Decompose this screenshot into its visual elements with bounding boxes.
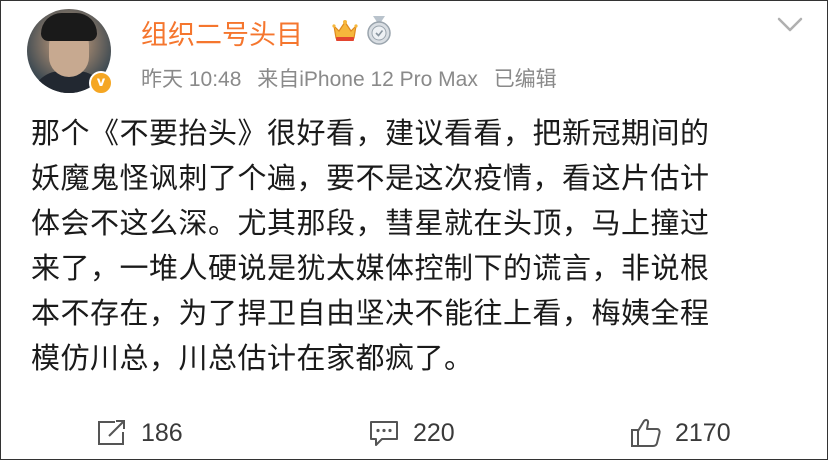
chevron-down-icon[interactable] xyxy=(775,13,805,37)
username[interactable]: 组织二号头目 xyxy=(141,13,303,52)
repost-button[interactable]: 186 xyxy=(95,413,183,453)
post-meta: 昨天 10:48 来自iPhone 12 Pro Max 已编辑 xyxy=(141,63,567,93)
like-count: 2170 xyxy=(675,418,731,447)
verified-icon: v xyxy=(89,71,113,95)
repost-count: 186 xyxy=(141,418,183,447)
edited-label[interactable]: 已编辑 xyxy=(494,68,557,91)
post-text: 那个《不要抬头》很好看，建议看看，把新冠期间的 妖魔鬼怪讽刺了个遍，要不是这次疫… xyxy=(31,116,710,375)
post-time: 昨天 10:48 xyxy=(141,68,242,91)
like-button[interactable]: 2170 xyxy=(629,413,731,453)
avatar[interactable]: v xyxy=(27,9,113,95)
comment-icon xyxy=(370,421,398,446)
thumbs-up-icon xyxy=(631,418,661,447)
post-source[interactable]: 来自iPhone 12 Pro Max xyxy=(257,68,478,91)
crown-badge-icon[interactable] xyxy=(331,17,359,43)
medal-badge-icon[interactable] xyxy=(365,15,393,45)
comment-count: 220 xyxy=(413,418,455,447)
comment-button[interactable]: 220 xyxy=(367,413,455,453)
repost-icon xyxy=(98,420,125,445)
